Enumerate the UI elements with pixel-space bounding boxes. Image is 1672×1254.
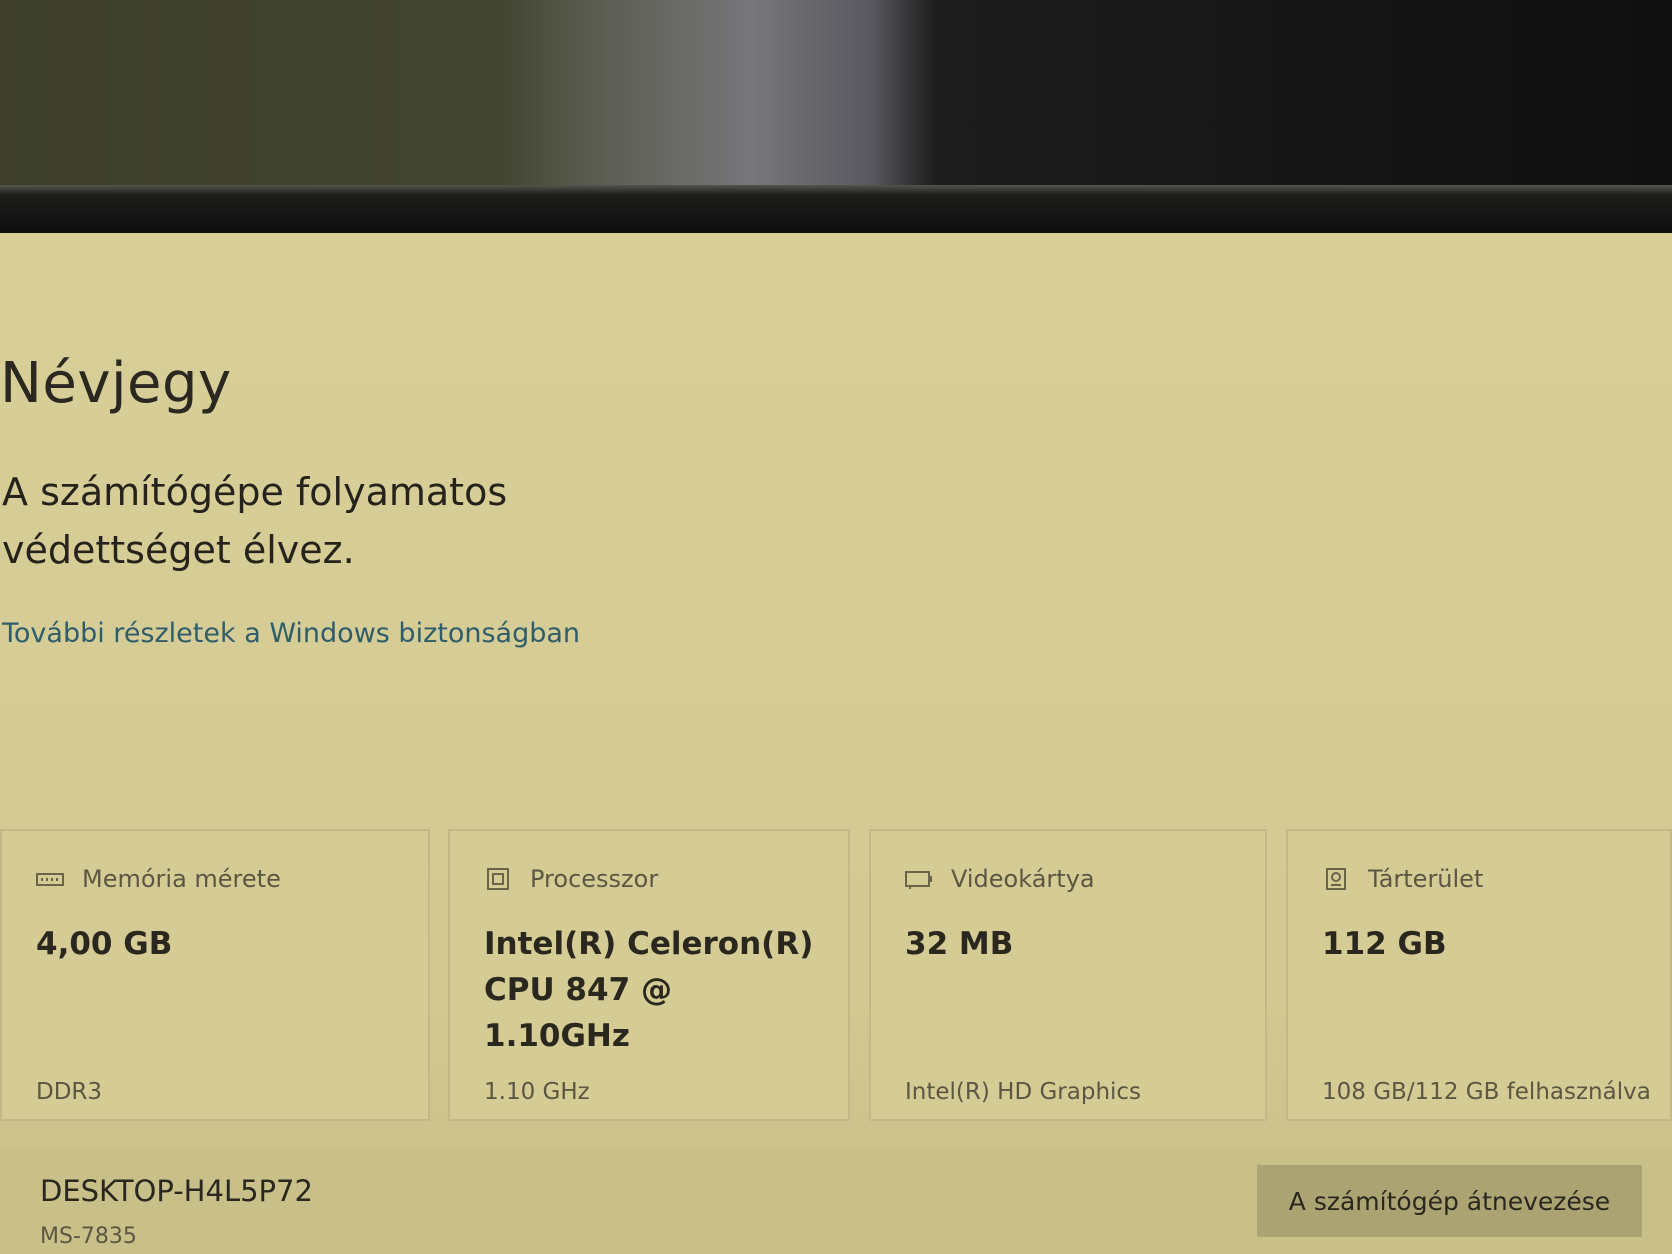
page-title: Névjegy bbox=[0, 351, 232, 416]
device-name: DESKTOP-H4L5P72 bbox=[40, 1174, 313, 1208]
device-info-bar: DESKTOP-H4L5P72 MS-7835 A számítógép átn… bbox=[0, 1148, 1672, 1254]
room-background bbox=[0, 0, 1672, 200]
graphics-label: Videokártya bbox=[951, 865, 1095, 893]
processor-card: Processzor Intel(R) Celeron(R) CPU 847 @… bbox=[448, 829, 850, 1121]
graphics-card-header: Videokártya bbox=[905, 865, 1095, 893]
device-model: MS-7835 bbox=[40, 1224, 137, 1249]
storage-card-header: Tárterület bbox=[1322, 865, 1483, 893]
photo-scene: Névjegy A számítógépe folyamatos védetts… bbox=[0, 0, 1672, 1254]
graphics-card: Videokártya 32 MB Intel(R) HD Graphics bbox=[869, 829, 1267, 1121]
graphics-card-icon bbox=[905, 868, 933, 890]
processor-detail: 1.10 GHz bbox=[484, 1079, 590, 1105]
processor-label: Processzor bbox=[530, 865, 659, 893]
memory-value: 4,00 GB bbox=[36, 926, 173, 962]
about-page: Névjegy A számítógépe folyamatos védetts… bbox=[0, 233, 1672, 1254]
memory-card-header: Memória mérete bbox=[36, 865, 281, 893]
storage-card: Tárterület 112 GB 108 GB/112 GB felhaszn… bbox=[1286, 829, 1672, 1121]
windows-security-link[interactable]: További részletek a Windows biztonságban bbox=[2, 618, 580, 649]
memory-card: Memória mérete 4,00 GB DDR3 bbox=[0, 829, 430, 1121]
protection-status-text: A számítógépe folyamatos védettséget élv… bbox=[2, 470, 508, 572]
storage-detail: 108 GB/112 GB felhasználva bbox=[1322, 1079, 1651, 1105]
processor-card-header: Processzor bbox=[484, 865, 658, 893]
graphics-detail: Intel(R) HD Graphics bbox=[905, 1079, 1142, 1105]
monitor-bezel bbox=[0, 185, 1672, 233]
memory-icon bbox=[36, 868, 64, 890]
storage-icon bbox=[1322, 868, 1350, 890]
storage-label: Tárterület bbox=[1368, 865, 1484, 893]
processor-value: Intel(R) Celeron(R) CPU 847 @ 1.10GHz bbox=[484, 926, 814, 1054]
memory-label: Memória mérete bbox=[82, 865, 281, 893]
graphics-value: 32 MB bbox=[905, 926, 1014, 962]
memory-detail: DDR3 bbox=[36, 1079, 103, 1105]
processor-icon bbox=[484, 868, 512, 890]
storage-value: 112 GB bbox=[1322, 926, 1447, 962]
rename-pc-button[interactable]: A számítógép átnevezése bbox=[1257, 1165, 1642, 1237]
